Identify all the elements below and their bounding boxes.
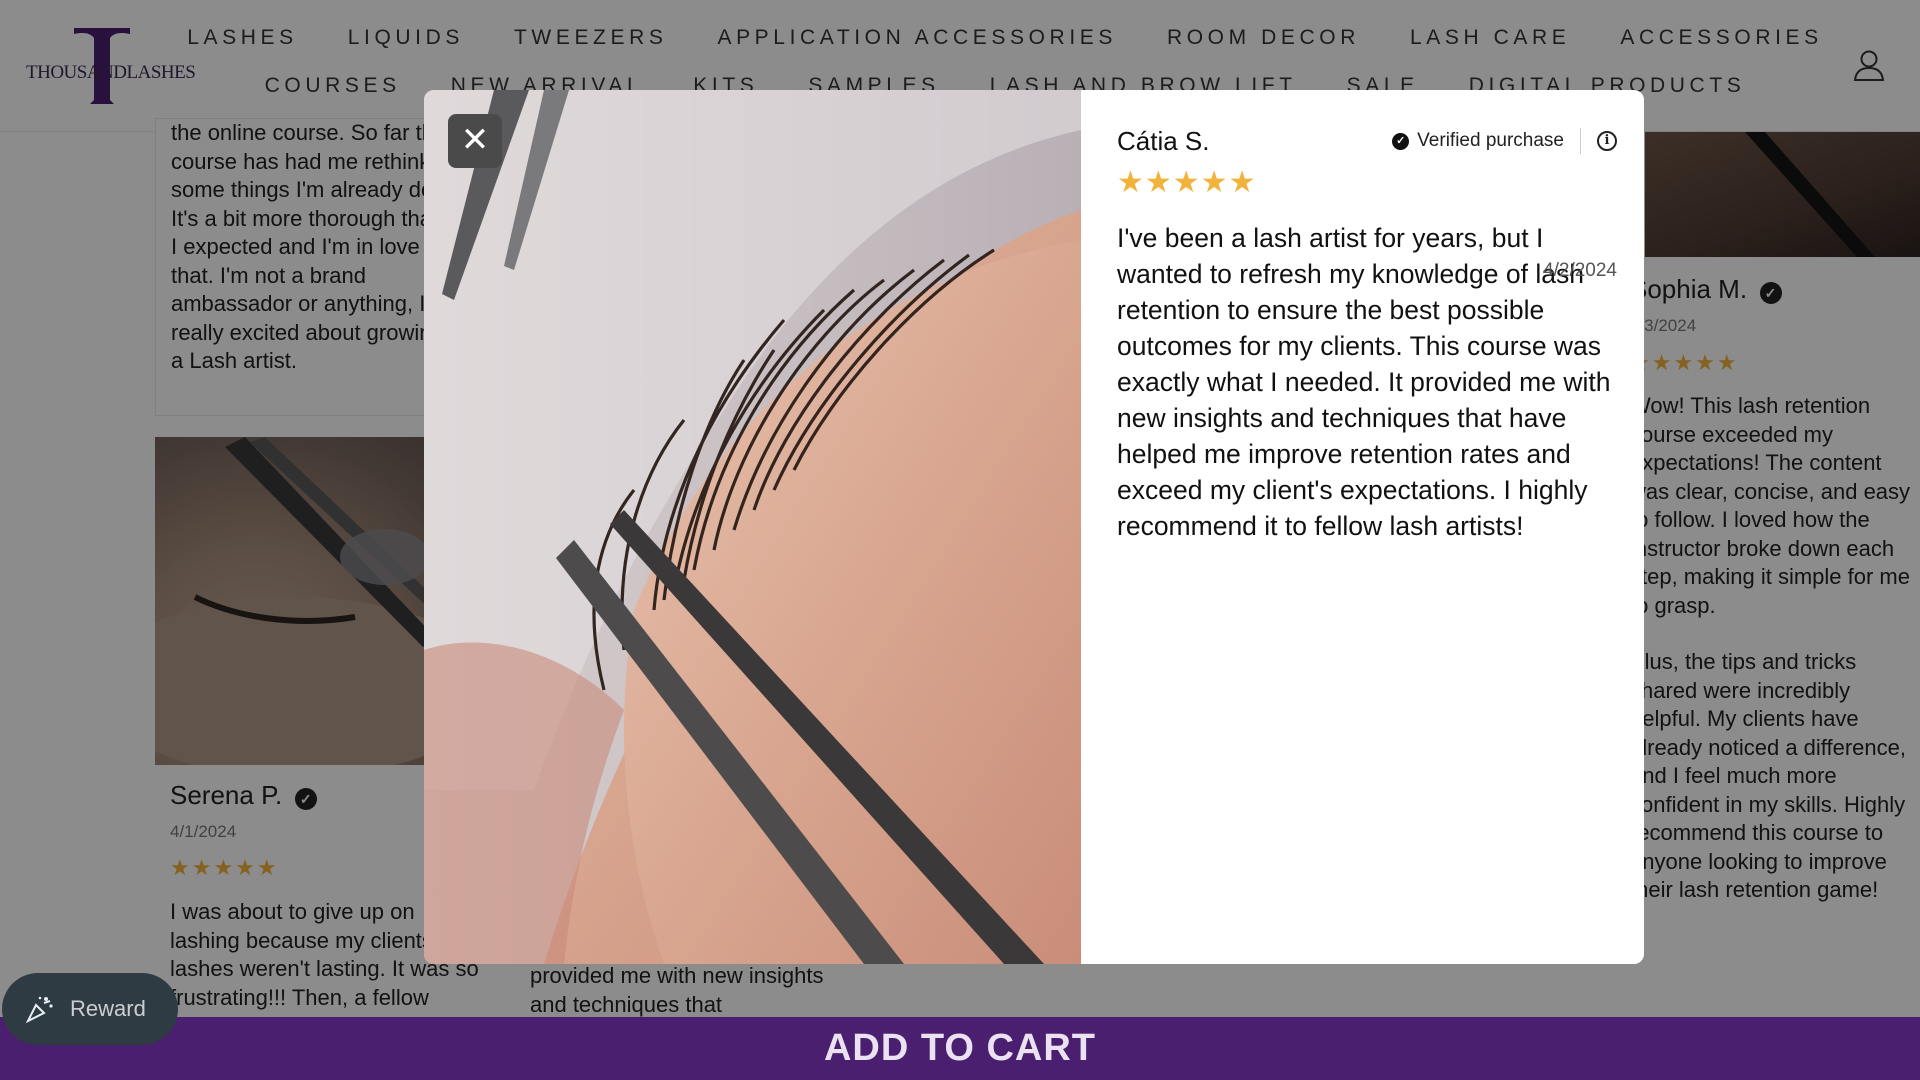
add-to-cart-bar[interactable]: ADD TO CART <box>0 1017 1920 1080</box>
verified-label: Verified purchase <box>1417 130 1564 151</box>
gift-sparkle-icon <box>25 996 53 1024</box>
lash-closeup-image <box>424 90 1081 964</box>
review-modal: ✕ Cátia S. ✓ Verified purchase i ★★★★★ 4… <box>424 90 1644 964</box>
review-modal-content: Cátia S. ✓ Verified purchase i ★★★★★ 4/2… <box>1117 126 1617 544</box>
reward-label: Reward <box>70 996 146 1021</box>
star-rating: ★★★★★ <box>1117 166 1257 199</box>
close-button[interactable]: ✕ <box>448 114 502 168</box>
review-date: 4/2/2024 <box>1543 260 1617 281</box>
review-modal-photo: ✕ <box>424 90 1081 964</box>
add-to-cart-button[interactable]: ADD TO CART <box>824 1027 1096 1070</box>
verified-check-icon: ✓ <box>1392 132 1410 150</box>
divider <box>1580 128 1581 154</box>
reward-button[interactable]: Reward <box>2 973 178 1045</box>
verified-purchase-badge: ✓ Verified purchase i <box>1392 128 1617 154</box>
review-text: I've been a lash artist for years, but I… <box>1117 223 1611 541</box>
info-icon[interactable]: i <box>1597 131 1617 151</box>
